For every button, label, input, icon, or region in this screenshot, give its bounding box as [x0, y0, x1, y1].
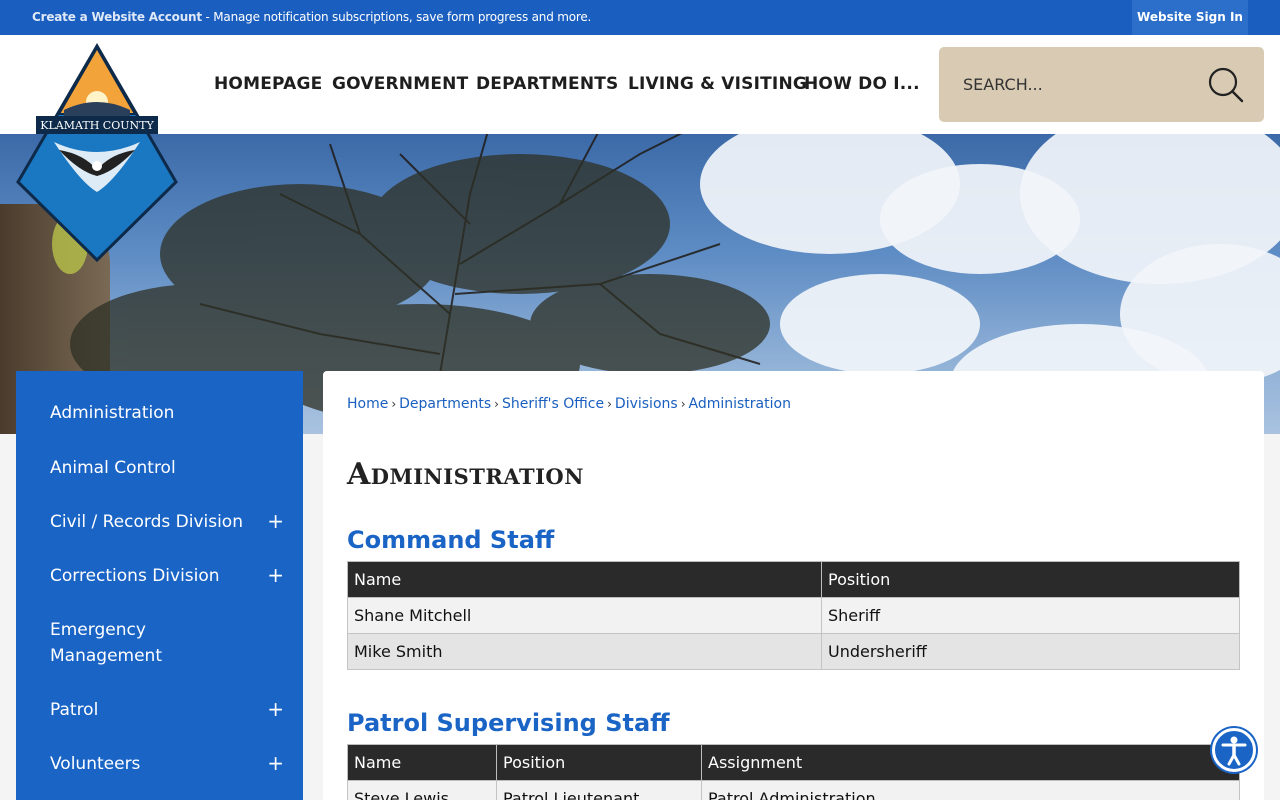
command-staff-table: Name Position Shane Mitchell Sheriff Mik… — [347, 561, 1240, 670]
nav-government[interactable]: GOVERNMENT — [332, 74, 468, 94]
page-title: Administration — [347, 457, 584, 492]
table-header-assignment: Assignment — [701, 744, 1240, 781]
breadcrumb-home[interactable]: Home — [347, 396, 388, 412]
table-cell-position: Patrol Lieutenant — [496, 780, 702, 800]
breadcrumb-administration[interactable]: Administration — [689, 396, 791, 412]
nav-living-visiting[interactable]: LIVING & VISITING — [628, 74, 807, 94]
sidebar-item-label: Emergency Management — [50, 620, 162, 666]
breadcrumb-sheriffs-office[interactable]: Sheriff's Office — [502, 396, 604, 412]
top-notification-bar: Create a Website Account - Manage notifi… — [0, 0, 1280, 35]
breadcrumb-separator: › — [680, 397, 686, 411]
sidebar-item-animal-control[interactable]: Animal Control — [50, 455, 290, 481]
table-header-row: Name Position Assignment — [347, 744, 1240, 781]
sidebar-nav: Administration Animal Control Civil / Re… — [16, 371, 303, 800]
table-cell-assignment: Patrol Administration — [701, 780, 1240, 800]
sidebar-item-label: Volunteers — [50, 754, 141, 774]
sidebar-item-corrections[interactable]: Corrections Division + — [50, 563, 290, 589]
account-message: Create a Website Account - Manage notifi… — [32, 10, 591, 24]
sidebar-item-volunteers[interactable]: Volunteers + — [50, 751, 290, 777]
breadcrumb-separator: › — [607, 397, 612, 411]
nav-departments[interactable]: DEPARTMENTS — [476, 74, 619, 94]
search-input[interactable] — [963, 69, 1193, 99]
sidebar-item-label: Administration — [50, 403, 175, 423]
command-staff-heading: Command Staff — [347, 526, 555, 554]
main-content: Home › Departments › Sheriff's Office › Divisi… — [323, 371, 1264, 800]
sidebar-item-label: Corrections Division — [50, 566, 220, 586]
sidebar-item-label: Patrol — [50, 700, 99, 720]
table-row: Mike Smith Undersheriff — [347, 633, 1240, 670]
search-icon[interactable] — [1206, 65, 1246, 105]
table-row: Steve Lewis Patrol Lieutenant Patrol Adm… — [347, 780, 1240, 800]
sidebar-item-administration[interactable]: Administration — [50, 400, 290, 426]
create-account-link[interactable]: Create a Website Account — [32, 10, 202, 24]
sidebar-item-label: Animal Control — [50, 458, 176, 478]
table-cell-name: Shane Mitchell — [347, 597, 822, 634]
breadcrumb-divisions[interactable]: Divisions — [615, 396, 678, 412]
klamath-county-logo[interactable]: KLAMATH COUNTY — [14, 42, 180, 264]
patrol-staff-heading: Patrol Supervising Staff — [347, 709, 670, 737]
search-box — [939, 47, 1264, 122]
website-sign-in-button[interactable]: Website Sign In — [1132, 0, 1248, 35]
breadcrumb-departments[interactable]: Departments — [399, 396, 491, 412]
account-message-text: - Manage notification subscriptions, sav… — [201, 10, 592, 24]
table-cell-name: Mike Smith — [347, 633, 822, 670]
breadcrumb: Home › Departments › Sheriff's Office › Divisi… — [347, 396, 791, 412]
expand-plus-icon[interactable]: + — [267, 509, 284, 533]
sidebar-item-patrol[interactable]: Patrol + — [50, 697, 290, 723]
table-row: Shane Mitchell Sheriff — [347, 597, 1240, 634]
table-header-row: Name Position — [347, 561, 1240, 598]
table-header-position: Position — [496, 744, 702, 781]
table-header-name: Name — [347, 744, 497, 781]
patrol-staff-table: Name Position Assignment Steve Lewis Pat… — [347, 744, 1240, 800]
breadcrumb-separator: › — [494, 397, 499, 411]
table-cell-name: Steve Lewis — [347, 780, 497, 800]
table-header-position: Position — [821, 561, 1240, 598]
table-cell-position: Sheriff — [821, 597, 1240, 634]
sidebar-item-civil-records[interactable]: Civil / Records Division + — [50, 509, 290, 535]
table-cell-position: Undersheriff — [821, 633, 1240, 670]
nav-homepage[interactable]: HOMEPAGE — [214, 74, 322, 94]
accessibility-icon[interactable] — [1212, 728, 1256, 772]
sidebar-item-emergency-management[interactable]: Emergency Management — [50, 617, 290, 669]
expand-plus-icon[interactable]: + — [267, 563, 284, 587]
site-header: HOMEPAGE GOVERNMENT DEPARTMENTS LIVING &… — [0, 35, 1280, 134]
logo-text: KLAMATH COUNTY — [40, 119, 154, 132]
nav-how-do-i[interactable]: HOW DO I... — [804, 74, 920, 94]
table-header-name: Name — [347, 561, 822, 598]
expand-plus-icon[interactable]: + — [267, 697, 284, 721]
sidebar-item-label: Civil / Records Division — [50, 512, 243, 532]
breadcrumb-separator: › — [391, 397, 397, 411]
expand-plus-icon[interactable]: + — [267, 751, 284, 775]
